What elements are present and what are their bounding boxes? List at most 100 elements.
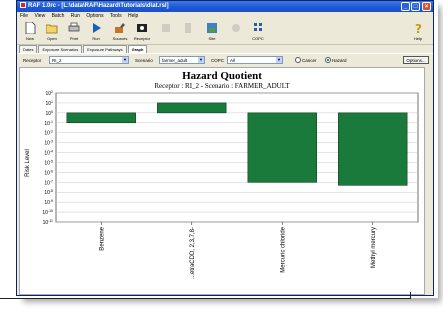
radio-hazard-label: Hazard xyxy=(332,58,347,63)
receptor-button[interactable]: Receptor xyxy=(131,22,153,41)
print-button[interactable]: Print xyxy=(63,22,85,41)
sources-label: Sources xyxy=(112,36,128,41)
open-label: Open xyxy=(47,36,57,41)
y-tick-exponent: 1 xyxy=(51,100,53,104)
radio-circle xyxy=(295,57,301,63)
window-title: RAF 1.0rc - [L:\data\RAF\Hazard\Tutorial… xyxy=(28,3,169,9)
y-tick-label: 102 xyxy=(45,90,53,97)
y-tick-label: 10-5 xyxy=(44,159,53,166)
chart-panel: Hazard Quotient Receptor : RI_2 - Scenar… xyxy=(19,67,425,295)
menu-run[interactable]: Run xyxy=(71,13,80,19)
receptor-label: Receptor xyxy=(23,58,42,63)
bar xyxy=(157,102,227,114)
y-tick-label: 100 xyxy=(45,110,53,117)
minimize-button[interactable]: _ xyxy=(401,2,410,11)
tab-dates[interactable]: Dates xyxy=(19,45,38,53)
x-tick-label: ...etraCDD, 2,3,7,8- xyxy=(190,227,196,279)
help-button[interactable]: ? Help xyxy=(407,22,429,41)
radio-hazard[interactable]: Hazard xyxy=(325,57,347,63)
run-label: Run xyxy=(92,36,100,41)
x-tick-label: Mercuric chloride xyxy=(280,226,286,272)
y-tick-exponent: -9 xyxy=(50,199,53,203)
sources-button[interactable]: Sources xyxy=(109,22,131,41)
x-tick-label: Benzene xyxy=(99,226,105,250)
disabled-button-3[interactable] xyxy=(225,22,247,36)
y-tick-exponent: -4 xyxy=(50,150,53,154)
menu-options[interactable]: Options xyxy=(86,13,103,19)
disabled-icon xyxy=(162,24,170,32)
bar xyxy=(247,112,317,183)
tab-exposure-pathways[interactable]: Exposure Pathways xyxy=(83,45,127,53)
menu-help[interactable]: Help xyxy=(128,13,138,19)
close-button[interactable]: × xyxy=(422,2,431,11)
site-label: Site xyxy=(208,36,216,41)
open-button[interactable]: Open xyxy=(41,22,63,41)
receptor-value: RI_2 xyxy=(52,58,62,63)
svg-text:?: ? xyxy=(415,22,422,34)
new-icon xyxy=(25,21,36,35)
bar xyxy=(66,112,136,124)
bar xyxy=(338,112,408,186)
receptor-select[interactable]: RI_2 ▼ xyxy=(49,56,129,64)
x-tick-label: Methyl mercury xyxy=(371,227,377,268)
chart-subtitle: Receptor : RI_2 - Scenario : FARMER_ADUL… xyxy=(154,82,290,90)
copc-icon xyxy=(254,23,262,31)
disabled-icon xyxy=(232,24,240,32)
menu-batch[interactable]: Batch xyxy=(52,13,65,19)
tab-exposure-scenarios[interactable]: Exposure Scenarios xyxy=(38,45,83,53)
chevron-down-icon: ▼ xyxy=(198,57,204,63)
menu-file[interactable]: File xyxy=(20,13,28,19)
hazard-chart: Hazard Quotient Receptor : RI_2 - Scenar… xyxy=(25,70,419,279)
print-label: Print xyxy=(69,36,79,41)
scenario-select[interactable]: farmer_adult ▼ xyxy=(159,56,205,64)
y-tick-exponent: -1 xyxy=(50,120,53,124)
run-button[interactable]: Run xyxy=(85,22,107,41)
new-label: New xyxy=(25,36,34,41)
toolbar: New Open Print Run Sources Receptor Site… xyxy=(17,20,433,45)
run-icon xyxy=(93,23,101,33)
y-tick-label: 101 xyxy=(45,100,53,107)
y-tick-label: 10-7 xyxy=(44,179,53,186)
page-divider-corner xyxy=(410,292,411,299)
y-axis-label: Risk Level xyxy=(25,149,31,177)
sources-icon xyxy=(115,23,125,33)
y-tick-label: 10-9 xyxy=(44,199,53,206)
disabled-button-1[interactable] xyxy=(155,22,177,36)
y-tick-exponent: -7 xyxy=(50,179,53,183)
receptor-icon xyxy=(137,24,147,32)
disabled-button-2[interactable] xyxy=(177,22,199,36)
y-tick-exponent: -6 xyxy=(50,169,53,173)
options-button[interactable]: Options... xyxy=(403,56,429,64)
help-label: Help xyxy=(413,36,423,41)
copc-select[interactable]: All ▼ xyxy=(227,56,283,64)
copc-button[interactable]: COPC xyxy=(247,22,269,41)
radio-cancer-label: Cancer xyxy=(302,58,317,63)
y-tick-exponent: -11 xyxy=(48,219,53,223)
tab-graph[interactable]: Graph xyxy=(127,45,148,53)
y-tick-exponent: -3 xyxy=(50,140,53,144)
maximize-button[interactable]: □ xyxy=(411,2,420,11)
y-tick-label: 10-2 xyxy=(44,130,53,137)
copc-filter-label: COPC xyxy=(211,58,225,63)
new-button[interactable]: New xyxy=(19,21,41,41)
print-icon xyxy=(68,22,80,32)
radio-cancer[interactable]: Cancer xyxy=(295,57,317,63)
receptor-label: Receptor xyxy=(133,36,151,41)
y-tick-label: 10-11 xyxy=(43,219,53,226)
scenario-value: farmer_adult xyxy=(162,58,188,63)
help-icon: ? xyxy=(415,22,422,36)
page-divider xyxy=(0,298,410,299)
y-tick-exponent: -10 xyxy=(48,209,53,213)
plot-area: 10-1110-1010-910-810-710-610-510-410-310… xyxy=(42,90,419,279)
chart-title: Hazard Quotient xyxy=(182,70,262,82)
y-tick-label: 10-6 xyxy=(44,169,53,176)
menu-tools[interactable]: Tools xyxy=(110,13,122,19)
open-icon xyxy=(45,24,58,34)
chevron-down-icon: ▼ xyxy=(276,57,282,63)
y-tick-exponent: -5 xyxy=(50,159,53,163)
disabled-icon xyxy=(185,23,191,33)
filter-bar: Receptor RI_2 ▼ Scenario farmer_adult ▼ … xyxy=(17,53,433,67)
title-bar[interactable]: RAF 1.0rc - [L:\data\RAF\Hazard\Tutorial… xyxy=(17,1,433,12)
site-button[interactable]: Site xyxy=(201,22,223,41)
menu-view[interactable]: View xyxy=(34,13,45,19)
